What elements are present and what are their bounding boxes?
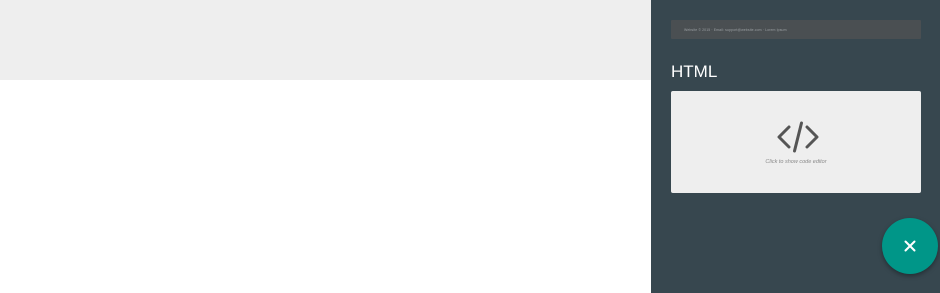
code-editor-hint: Click to show code editor xyxy=(765,159,827,165)
page-header-area xyxy=(0,0,651,80)
footer-preview-text: Website © 2015 · Email: support@website.… xyxy=(684,27,787,32)
settings-side-panel: Website © 2015 · Email: support@website.… xyxy=(651,0,940,293)
page-content-area xyxy=(0,80,651,293)
html-section-heading: HTML xyxy=(671,62,718,81)
show-code-editor-button[interactable]: Click to show code editor xyxy=(671,91,921,193)
close-button[interactable] xyxy=(882,218,938,274)
footer-preview: Website © 2015 · Email: support@website.… xyxy=(671,20,921,39)
editor-page: Website © 2015 · Email: support@website.… xyxy=(0,0,940,293)
code-icon xyxy=(777,121,819,153)
close-icon xyxy=(904,240,916,252)
